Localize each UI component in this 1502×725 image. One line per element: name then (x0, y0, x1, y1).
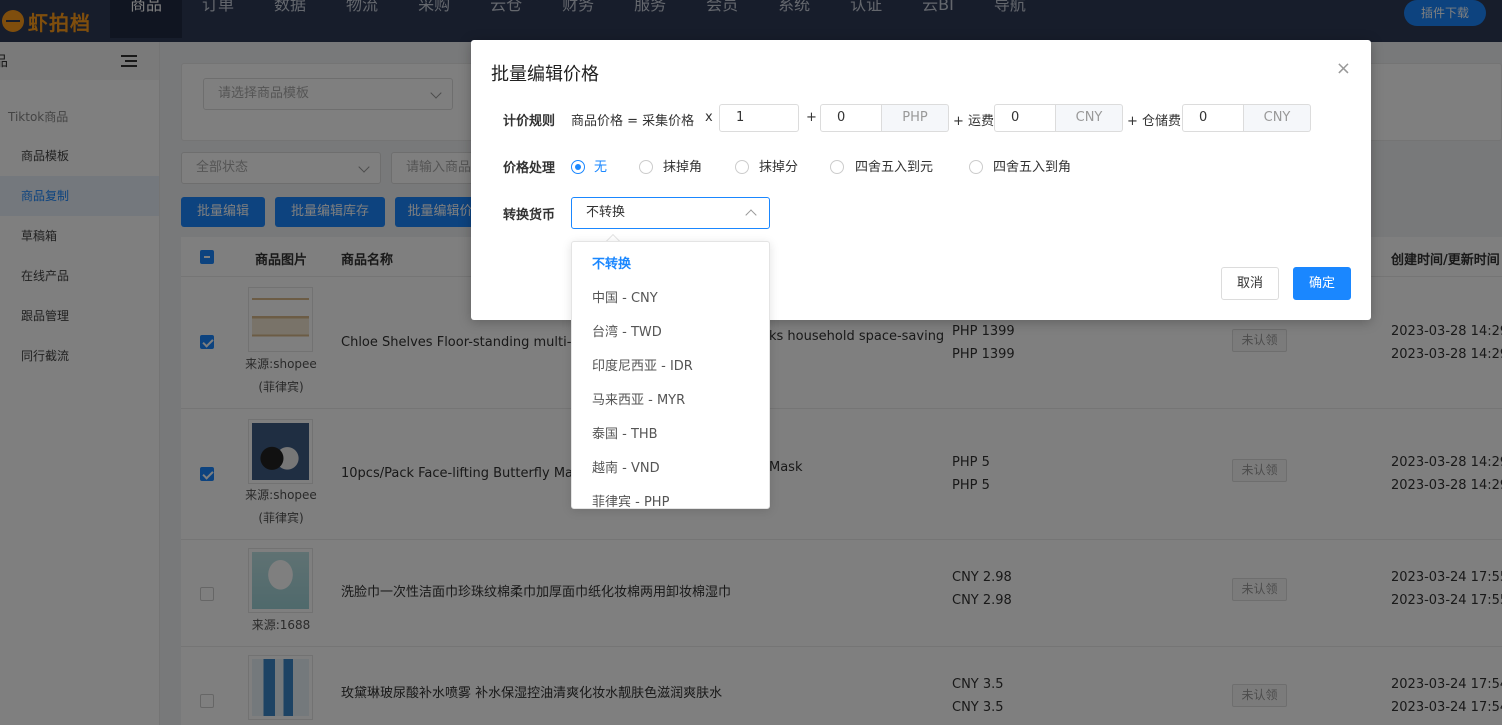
currency-option-myr[interactable]: 马来西亚 - MYR (572, 384, 769, 418)
currency-dropdown: 不转换 中国 - CNY 台湾 - TWD 印度尼西亚 - IDR 马来西亚 -… (571, 241, 770, 509)
plus-sign: + (806, 110, 817, 125)
pricing-formula: 商品价格 = 采集价格 (571, 114, 695, 129)
radio-round-yuan-label[interactable]: 四舍五入到元 (855, 156, 933, 175)
currency-option-thb[interactable]: 泰国 - THB (572, 418, 769, 452)
dialog-title: 批量编辑价格 (491, 64, 599, 85)
price-handling-label: 价格处理 (503, 161, 556, 176)
shipping-unit: CNY (1056, 104, 1123, 132)
multiply-sign: x (705, 110, 713, 125)
currency-select[interactable]: 不转换 (571, 197, 770, 229)
pricing-rule-label: 计价规则 (503, 114, 556, 129)
radio-none-label[interactable]: 无 (594, 156, 607, 175)
currency-select-value: 不转换 (586, 205, 626, 220)
radio-none[interactable] (571, 160, 585, 174)
cancel-button[interactable]: 取消 (1221, 267, 1279, 300)
close-icon[interactable]: × (1336, 60, 1351, 78)
currency-option-twd[interactable]: 台湾 - TWD (572, 316, 769, 350)
currency-option-none[interactable]: 不转换 (572, 248, 769, 282)
add-amount-unit: PHP (882, 104, 949, 132)
multiplier-input[interactable]: 1 (719, 104, 799, 132)
shipping-label: + 运费 (953, 114, 995, 129)
storage-fee-label: + 仓储费 (1127, 114, 1182, 129)
radio-drop-jiao-label[interactable]: 抹掉角 (663, 156, 702, 175)
radio-round-yuan[interactable] (830, 160, 844, 174)
add-amount-input[interactable]: 0 (820, 104, 882, 132)
storage-fee-unit: CNY (1244, 104, 1311, 132)
radio-drop-jiao[interactable] (639, 160, 653, 174)
radio-round-jiao[interactable] (969, 160, 983, 174)
currency-option-cny[interactable]: 中国 - CNY (572, 282, 769, 316)
shipping-input[interactable]: 0 (994, 104, 1056, 132)
radio-drop-fen-label[interactable]: 抹掉分 (759, 156, 798, 175)
currency-option-vnd[interactable]: 越南 - VND (572, 452, 769, 486)
confirm-button[interactable]: 确定 (1293, 267, 1351, 300)
currency-label: 转换货币 (503, 208, 556, 223)
storage-fee-input[interactable]: 0 (1182, 104, 1244, 132)
currency-option-php[interactable]: 菲律宾 - PHP (572, 486, 769, 508)
currency-option-idr[interactable]: 印度尼西亚 - IDR (572, 350, 769, 384)
radio-drop-fen[interactable] (735, 160, 749, 174)
radio-round-jiao-label[interactable]: 四舍五入到角 (993, 156, 1071, 175)
chevron-up-icon (745, 209, 757, 221)
